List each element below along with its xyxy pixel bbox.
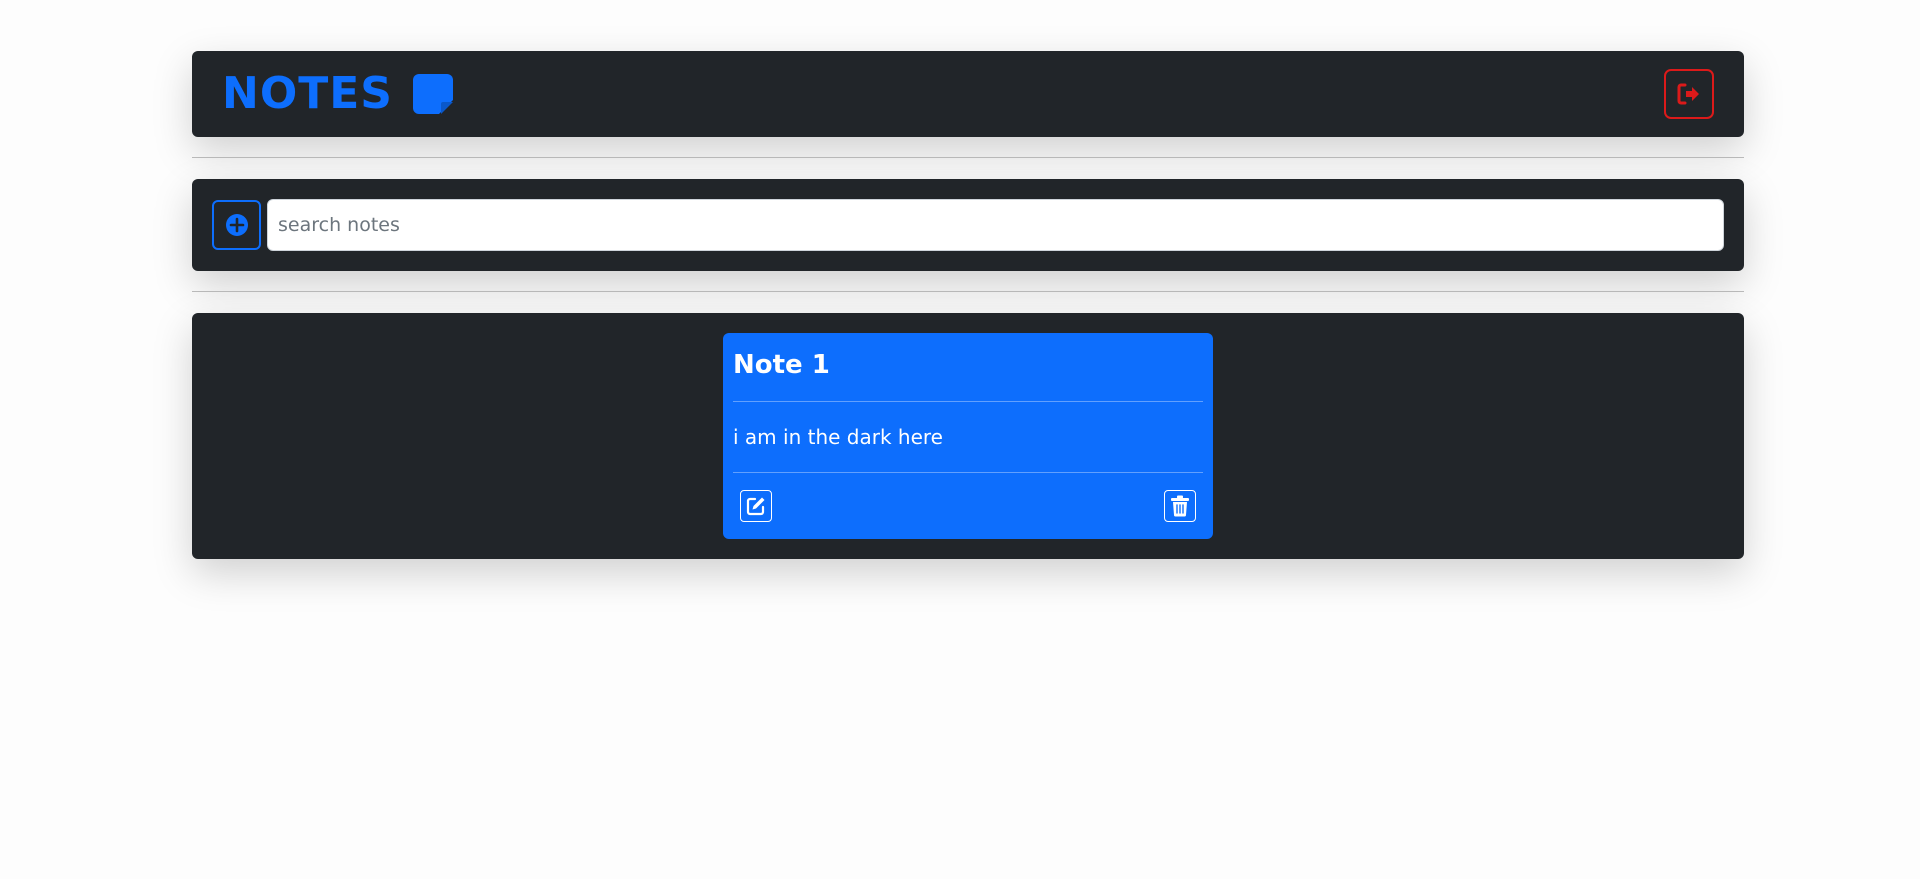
header-bar: NOTES bbox=[192, 51, 1744, 137]
note-title: Note 1 bbox=[733, 350, 830, 380]
note-actions bbox=[733, 473, 1203, 539]
note-card: Note 1 i am in the dark here bbox=[723, 333, 1213, 539]
edit-note-button[interactable] bbox=[740, 490, 772, 522]
sticky-note-icon bbox=[413, 74, 453, 114]
divider bbox=[192, 157, 1744, 158]
search-input[interactable] bbox=[267, 199, 1724, 251]
add-note-button[interactable] bbox=[212, 200, 261, 250]
delete-note-button[interactable] bbox=[1164, 490, 1196, 522]
edit-icon bbox=[746, 497, 765, 516]
app-title: NOTES bbox=[222, 68, 393, 119]
trash-icon bbox=[1171, 495, 1189, 517]
sign-out-icon bbox=[1677, 83, 1699, 105]
note-body: i am in the dark here bbox=[733, 425, 943, 449]
logout-button[interactable] bbox=[1664, 69, 1714, 119]
brand: NOTES bbox=[222, 72, 453, 116]
search-bar bbox=[192, 179, 1744, 271]
notes-container: Note 1 i am in the dark here bbox=[192, 313, 1744, 559]
divider bbox=[192, 291, 1744, 292]
plus-circle-icon bbox=[225, 214, 248, 236]
